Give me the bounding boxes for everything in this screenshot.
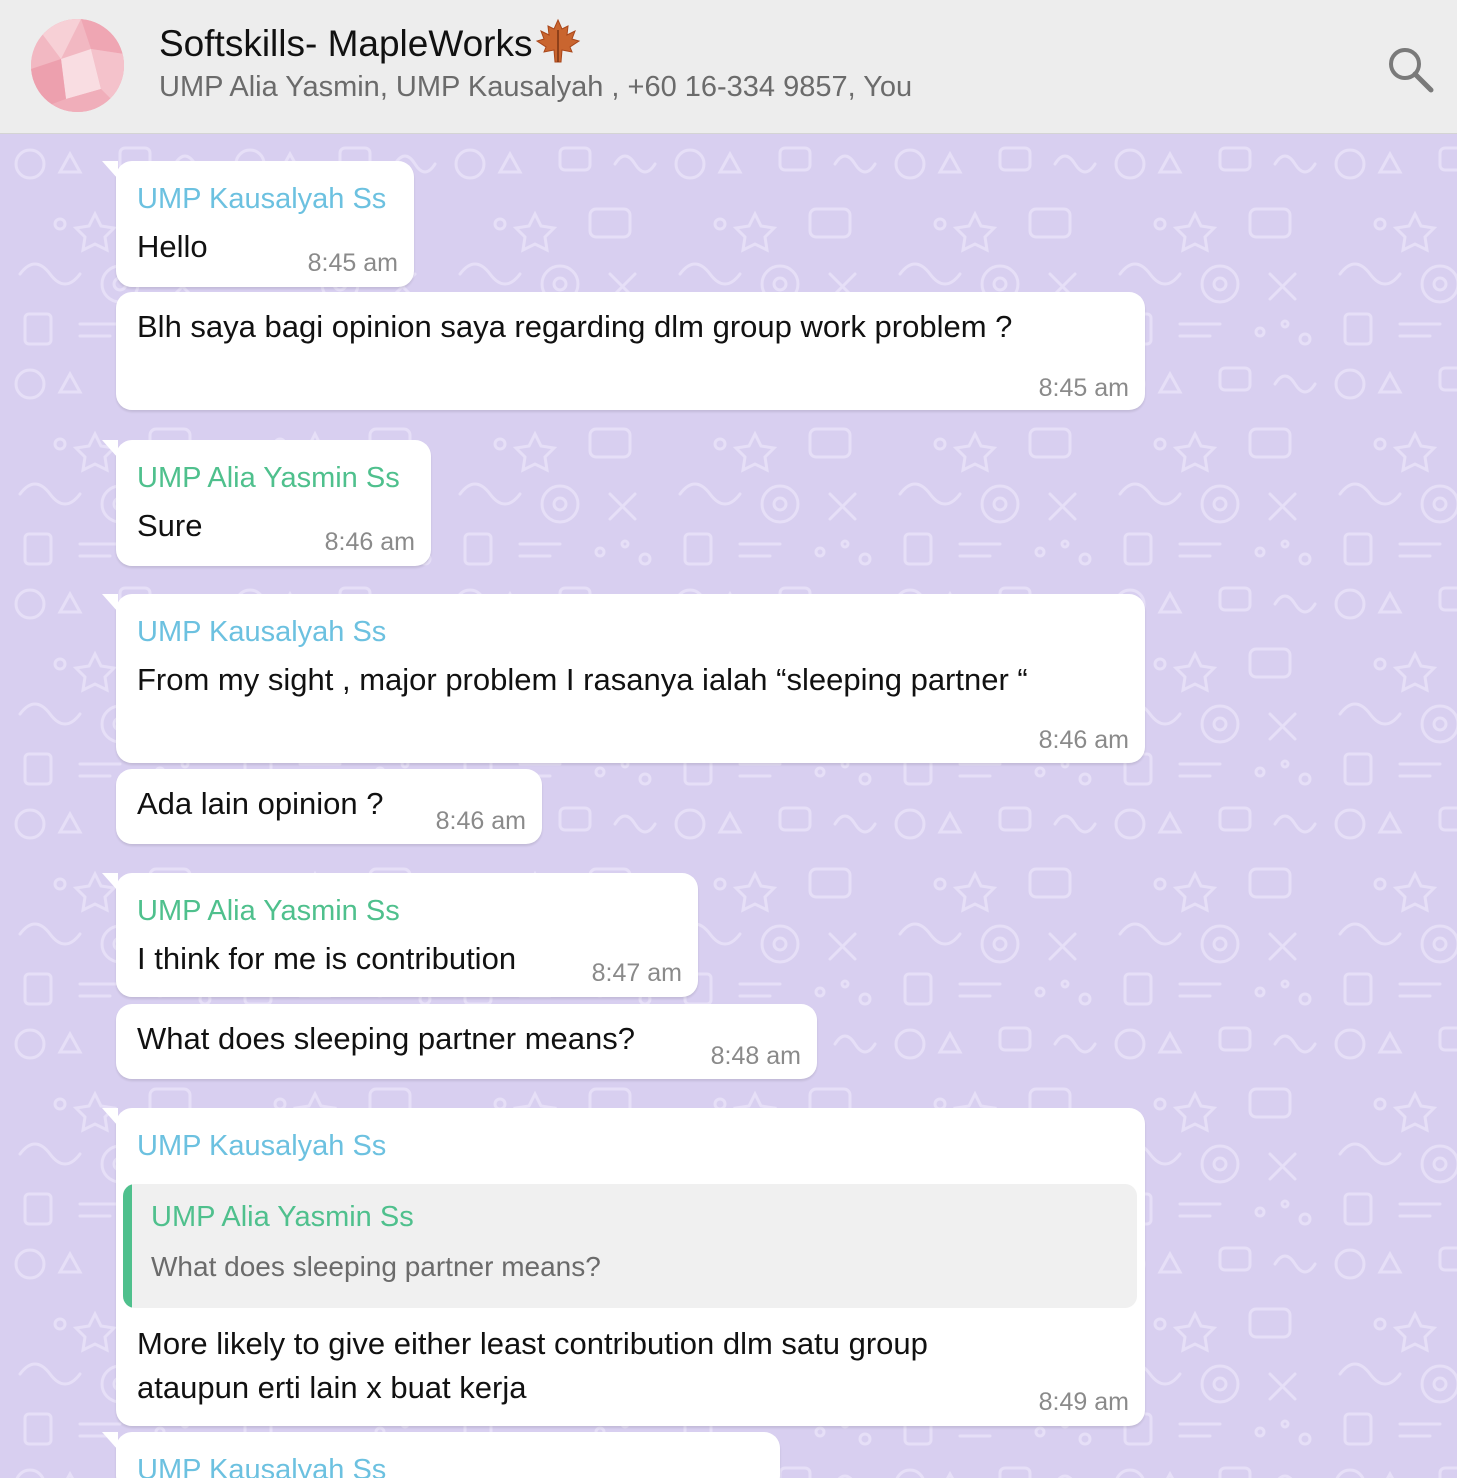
message-time: 8:45 am (1038, 374, 1129, 402)
message-sender[interactable]: UMP Alia Yasmin Ss (137, 462, 400, 495)
message-text: Sure (137, 508, 203, 543)
message-time: 8:46 am (435, 807, 526, 835)
message-time: 8:45 am (307, 249, 398, 277)
search-button[interactable] (1385, 44, 1437, 96)
message-bubble[interactable]: UMP Alia Yasmin Ss I think for me is con… (102, 873, 698, 997)
message-text: Ada lain opinion ? (137, 786, 384, 821)
message-text: Blh saya bagi opinion saya regarding dlm… (137, 309, 1013, 344)
quoted-text: What does sleeping partner means? (151, 1251, 601, 1282)
message-bubble[interactable]: UMP Alia Yasmin Ss Sure 8:46 am (102, 440, 431, 566)
quoted-sender: UMP Alia Yasmin Ss (151, 1201, 414, 1233)
message-bubble[interactable]: UMP Kausalyah Ss From my sight , major p… (102, 594, 1145, 763)
group-avatar[interactable] (31, 19, 124, 112)
chat-participants: UMP Alia Yasmin, UMP Kausalyah , +60 16-… (159, 71, 913, 103)
message-sender[interactable]: UMP Alia Yasmin Ss (137, 895, 400, 928)
quoted-message[interactable]: UMP Alia Yasmin Ss What does sleeping pa… (123, 1184, 1137, 1308)
message-time: 8:48 am (710, 1042, 801, 1070)
message-sender[interactable]: UMP Kausalyah Ss (137, 1454, 386, 1478)
maple-leaf-icon (535, 18, 580, 63)
message-bubble[interactable]: UMP Kausalyah Ss Hello 8:45 am (102, 161, 414, 287)
search-icon (1389, 48, 1434, 93)
message-text: Hello (137, 229, 208, 264)
chat-header: Softskills- MapleWorks UMP Alia Yasmin, … (0, 0, 1457, 134)
chat-title[interactable]: Softskills- MapleWorks (159, 18, 581, 65)
message-text-line-1: More likely to give either least contrib… (137, 1326, 928, 1361)
quote-accent-bar (123, 1184, 132, 1308)
message-time: 8:49 am (1038, 1388, 1129, 1416)
message-bubble[interactable]: Ada lain opinion ? 8:46 am (116, 769, 542, 844)
message-time: 8:46 am (1038, 726, 1129, 754)
message-text: I think for me is contribution (137, 941, 517, 976)
message-text: What does sleeping partner means? (137, 1021, 636, 1056)
message-bubble[interactable]: Blh saya bagi opinion saya regarding dlm… (116, 292, 1145, 410)
message-time: 8:46 am (324, 528, 415, 556)
message-time: 8:47 am (591, 959, 682, 987)
message-bubble[interactable]: UMP Kausalyah Ss (102, 1432, 780, 1478)
message-sender[interactable]: UMP Kausalyah Ss (137, 1130, 386, 1163)
message-bubble[interactable]: UMP Kausalyah Ss UMP Alia Yasmin Ss What… (102, 1108, 1145, 1426)
chat-title-text: Softskills- MapleWorks (159, 23, 533, 64)
message-sender[interactable]: UMP Kausalyah Ss (137, 183, 386, 216)
message-bubble[interactable]: What does sleeping partner means? 8:48 a… (116, 1004, 817, 1079)
message-text-line-2: ataupun erti lain x buat kerja (137, 1370, 527, 1405)
message-text: From my sight , major problem I rasanya … (137, 662, 1028, 697)
message-sender[interactable]: UMP Kausalyah Ss (137, 616, 386, 649)
